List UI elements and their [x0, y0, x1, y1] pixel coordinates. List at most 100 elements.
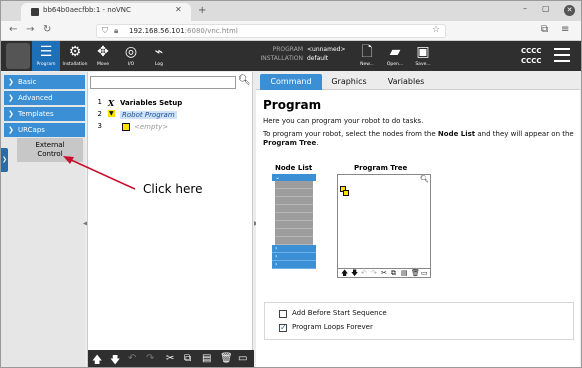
installation-key: INSTALLATION: [260, 55, 303, 62]
node-slot: [275, 213, 313, 221]
chevron-right-icon: ❯: [8, 78, 14, 86]
node-slot: [275, 197, 313, 205]
close-window-button[interactable]: ✕: [564, 5, 575, 16]
instruction-pre: To program your robot, select the nodes …: [263, 130, 438, 138]
tab-graphics[interactable]: Graphics: [326, 74, 372, 90]
command-panel: Command Graphics Variables Program Here …: [256, 72, 580, 367]
novnc-favicon-icon: [31, 8, 39, 16]
add-before-start-checkbox[interactable]: [279, 310, 287, 318]
program-tree-illustration: 🔍︎ 🡅 🡇 ↶ ↷ ✂ ⧉ ▤ 🗑︎ ▭: [337, 174, 431, 278]
line-number: 2: [97, 110, 102, 118]
minimize-icon[interactable]: –: [523, 4, 527, 13]
back-icon[interactable]: ←: [9, 24, 17, 35]
delete-icon[interactable]: 🗑︎: [220, 353, 233, 364]
sidebar-item-label: Basic: [18, 78, 37, 86]
forward-icon[interactable]: →: [26, 24, 34, 35]
delete-icon: 🗑︎: [411, 269, 420, 277]
installation-icon: ⚙: [68, 44, 82, 60]
variables-icon: X: [108, 98, 115, 108]
chevron-right-icon: ›: [272, 261, 316, 269]
search-icon: 🔍︎: [420, 175, 429, 183]
bookmark-star-icon[interactable]: ☆: [432, 25, 440, 35]
browser-tab-bar: bb64b0aecfbb:1 - noVNC ✕ + – ▢ ✕: [1, 1, 581, 21]
shield-icon: ⛉: [102, 26, 108, 35]
open-button-label: Open...: [386, 62, 404, 67]
new-file-icon: 🗋︎: [361, 44, 373, 60]
extensions-icon[interactable]: ⧉: [541, 24, 548, 35]
suppress-icon[interactable]: ▭: [238, 353, 247, 364]
header-log-button[interactable]: ⌁ Log: [145, 41, 173, 71]
chevron-down-icon: ⌄: [272, 174, 316, 181]
copy-icon[interactable]: ⧉: [184, 353, 191, 364]
external-control-node-button[interactable]: External Control: [17, 138, 83, 162]
page-title: Program: [263, 98, 322, 112]
program-icon: ☰: [39, 44, 53, 60]
header-io-button[interactable]: ◎ I/O: [117, 41, 145, 71]
open-folder-icon: ▰: [389, 44, 401, 60]
tree-line-variables-setup[interactable]: 1 X Variables Setup: [94, 98, 244, 109]
open-button[interactable]: ▰ Open...: [381, 41, 409, 71]
chevron-right-icon: ❯: [8, 94, 14, 102]
program-tree-label: Program Tree: [354, 164, 408, 172]
copy-icon: ⧉: [391, 269, 396, 277]
tab-variables[interactable]: Variables: [378, 74, 434, 90]
suppress-icon: ▭: [421, 269, 428, 277]
sidebar-item-label: Advanced: [18, 94, 53, 102]
program-tree-panel: 🔍︎ 1 X Variables Setup 2 ▼ Robot Program…: [87, 72, 254, 367]
redo-icon[interactable]: ↷: [146, 353, 154, 364]
header-program-button[interactable]: ☰ Program: [32, 41, 60, 71]
tree-search-input[interactable]: [90, 76, 236, 89]
sidebar-item-basic[interactable]: ❯ Basic: [4, 75, 85, 89]
node-slot: [275, 181, 313, 189]
hamburger-menu-icon[interactable]: [554, 48, 570, 62]
instruction-mid: and they will appear on the: [475, 130, 574, 138]
chevron-right-icon: ›: [272, 253, 316, 261]
tab-command[interactable]: Command: [260, 74, 322, 90]
header-installation-button[interactable]: ⚙ Installation: [61, 41, 89, 71]
search-icon[interactable]: 🔍︎: [238, 75, 251, 86]
tree-line-empty[interactable]: 3 <empty>: [94, 122, 244, 133]
header-move-button[interactable]: ✥ Move: [89, 41, 117, 71]
paste-icon: ▤: [401, 269, 408, 277]
screenshot-frame: bb64b0aecfbb:1 - noVNC ✕ + – ▢ ✕ ← → ↻ ⛉…: [0, 0, 582, 368]
reload-icon[interactable]: ↻: [43, 24, 51, 35]
chevron-down-icon: ❯: [8, 126, 14, 134]
program-node-icon: [343, 190, 349, 196]
paste-icon[interactable]: ▤: [202, 353, 211, 364]
log-icon: ⌁: [154, 44, 164, 60]
polyscope-header: ☰ Program ⚙ Installation ✥ Move ◎ I/O ⌁ …: [1, 41, 581, 71]
move-down-icon[interactable]: 🡇: [110, 353, 120, 367]
url-field[interactable]: ⛉ 🔒︎ 192.168.56.101:6080/vnc.html ☆: [96, 24, 446, 38]
chevron-right-icon: ›: [272, 245, 316, 253]
program-value: <unnamed>: [307, 46, 346, 53]
program-key: PROGRAM: [272, 46, 303, 53]
browser-menu-icon[interactable]: ≡: [561, 24, 569, 35]
cut-icon[interactable]: ✂: [166, 353, 174, 364]
sidebar-item-urcaps[interactable]: ❯ URCaps: [4, 123, 85, 137]
move-up-icon[interactable]: 🡅: [92, 353, 102, 367]
new-tab-button[interactable]: +: [198, 5, 206, 16]
save-button[interactable]: ▣ Save...: [409, 41, 437, 71]
header-log-label: Log: [154, 62, 164, 67]
sidebar-collapse-handle[interactable]: ❯: [1, 148, 8, 172]
close-tab-icon[interactable]: ✕: [175, 5, 182, 14]
undo-icon[interactable]: ↶: [128, 353, 136, 364]
node-list-illustration: ⌄ › › ›: [272, 174, 316, 278]
sidebar-item-advanced[interactable]: ❯ Advanced: [4, 91, 85, 105]
sidebar-item-templates[interactable]: ❯ Templates: [4, 107, 85, 121]
lock-icon: 🔒︎: [114, 26, 119, 35]
external-control-label-line2: Control: [37, 150, 63, 158]
maximize-icon[interactable]: ▢: [542, 4, 550, 13]
node-slot: [275, 221, 313, 229]
installation-value: default: [307, 55, 329, 62]
tree-line-robot-program[interactable]: 2 ▼ Robot Program: [94, 110, 244, 121]
new-button[interactable]: 🗋︎ New...: [353, 41, 381, 71]
header-installation-label: Installation: [62, 62, 88, 67]
loops-forever-checkbox[interactable]: [279, 323, 287, 332]
save-icon: ▣: [416, 44, 430, 60]
robot-program-icon: ▼: [108, 110, 115, 117]
io-icon: ◎: [124, 44, 138, 60]
instruction-text: To program your robot, select the nodes …: [263, 130, 575, 148]
move-up-icon: 🡅: [341, 269, 349, 277]
browser-tab[interactable]: bb64b0aecfbb:1 - noVNC ✕: [21, 3, 191, 21]
